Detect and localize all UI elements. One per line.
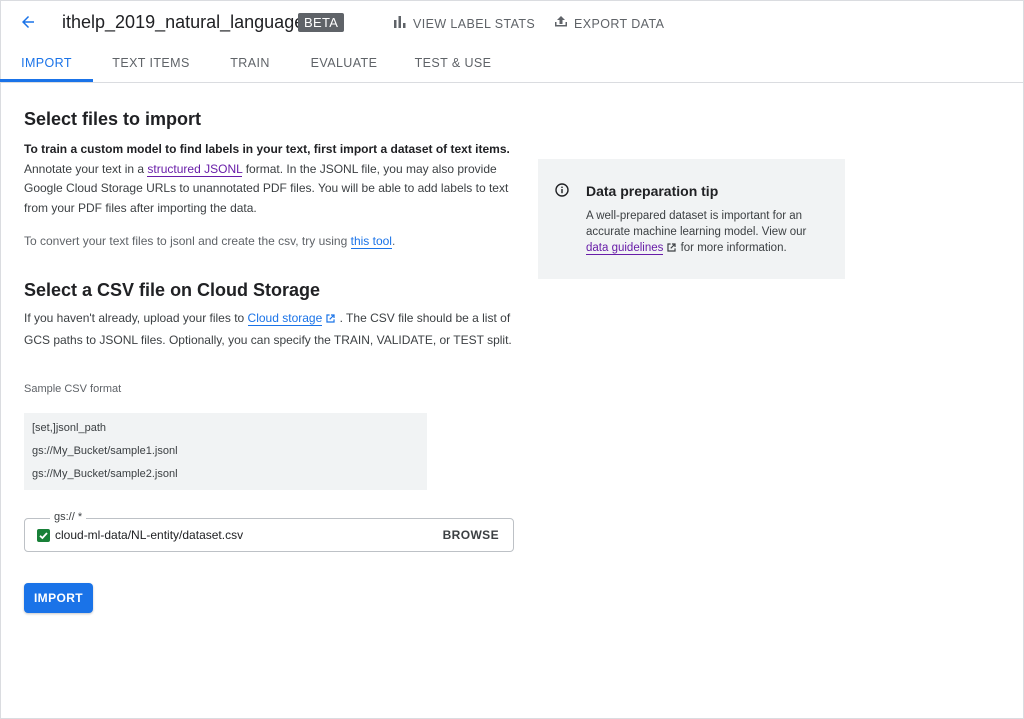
import-button[interactable]: IMPORT <box>24 583 93 613</box>
view-label-stats-button[interactable]: VIEW LABEL STATS <box>393 15 535 32</box>
cloud-storage-link[interactable]: Cloud storage <box>247 311 323 326</box>
csv-pre-link: If you haven't already, upload your file… <box>24 311 245 325</box>
page-frame <box>0 0 1024 719</box>
external-link-icon <box>666 242 677 258</box>
tip-pre-link: A well-prepared dataset is important for… <box>586 210 807 238</box>
intro-bold-text: To train a custom model to find labels i… <box>24 142 510 156</box>
browse-button[interactable]: BROWSE <box>443 528 499 542</box>
info-icon <box>555 183 569 202</box>
gcs-field-label: gs:// * <box>50 511 87 523</box>
gcs-path-field[interactable]: cloud-ml-data/NL-entity/dataset.csv BROW… <box>24 518 514 552</box>
bar-chart-icon <box>393 15 407 32</box>
tab-import[interactable]: IMPORT <box>0 46 93 81</box>
gcs-path-input[interactable]: cloud-ml-data/NL-entity/dataset.csv <box>55 528 243 542</box>
header: ithelp_2019_natural_language BETA VIEW L… <box>0 0 1024 46</box>
select-files-heading: Select files to import <box>24 109 202 129</box>
checkmark-icon <box>37 529 50 542</box>
convert-pre-link: To convert your text files to jsonl and … <box>24 234 348 248</box>
this-tool-link[interactable]: this tool <box>350 234 392 249</box>
dataset-title: ithelp_2019_natural_language <box>62 12 305 32</box>
data-guidelines-link[interactable]: data guidelines <box>586 242 664 255</box>
intro-pre-link: Annotate your text in a <box>24 161 145 176</box>
active-tab-indicator <box>0 79 93 82</box>
tab-evaluate[interactable]: EVALUATE <box>302 46 386 81</box>
structured-jsonl-link[interactable]: structured JSONL <box>147 161 243 177</box>
back-arrow-icon[interactable] <box>16 10 40 34</box>
csv-section-heading: Select a CSV file on Cloud Storage <box>24 280 321 300</box>
sample-csv-box: [set,]jsonl_path gs://My_Bucket/sample1.… <box>24 413 427 490</box>
data-preparation-tip: Data preparation tip A well-prepared dat… <box>538 159 845 279</box>
beta-badge: BETA <box>298 13 345 32</box>
tip-title: Data preparation tip <box>586 183 719 199</box>
upload-icon <box>554 15 568 32</box>
export-data-button[interactable]: EXPORT DATA <box>554 15 664 32</box>
view-label-stats-label: VIEW LABEL STATS <box>413 16 536 31</box>
tip-body: A well-prepared dataset is important for… <box>586 208 826 258</box>
tip-post-link: for more information. <box>680 242 787 254</box>
tab-test-and-use[interactable]: TEST & USE <box>408 46 498 81</box>
sample-csv-line: gs://My_Bucket/sample1.jsonl <box>32 445 178 457</box>
external-link-icon <box>325 311 336 331</box>
tab-text-items[interactable]: TEXT ITEMS <box>104 46 198 81</box>
sample-csv-line: [set,]jsonl_path <box>32 422 106 434</box>
export-data-label: EXPORT DATA <box>574 16 665 31</box>
convert-post-link: . <box>391 234 396 248</box>
tab-train[interactable]: TRAIN <box>220 46 280 81</box>
import-intro-text: To train a custom model to find labels i… <box>24 140 519 218</box>
csv-instructions-text: If you haven't already, upload your file… <box>24 309 519 350</box>
sample-csv-line: gs://My_Bucket/sample2.jsonl <box>32 468 178 480</box>
sample-csv-label: Sample CSV format <box>24 383 122 395</box>
tab-bar: IMPORT TEXT ITEMS TRAIN EVALUATE TEST & … <box>0 46 1024 83</box>
convert-tool-text: To convert your text files to jsonl and … <box>24 232 519 252</box>
